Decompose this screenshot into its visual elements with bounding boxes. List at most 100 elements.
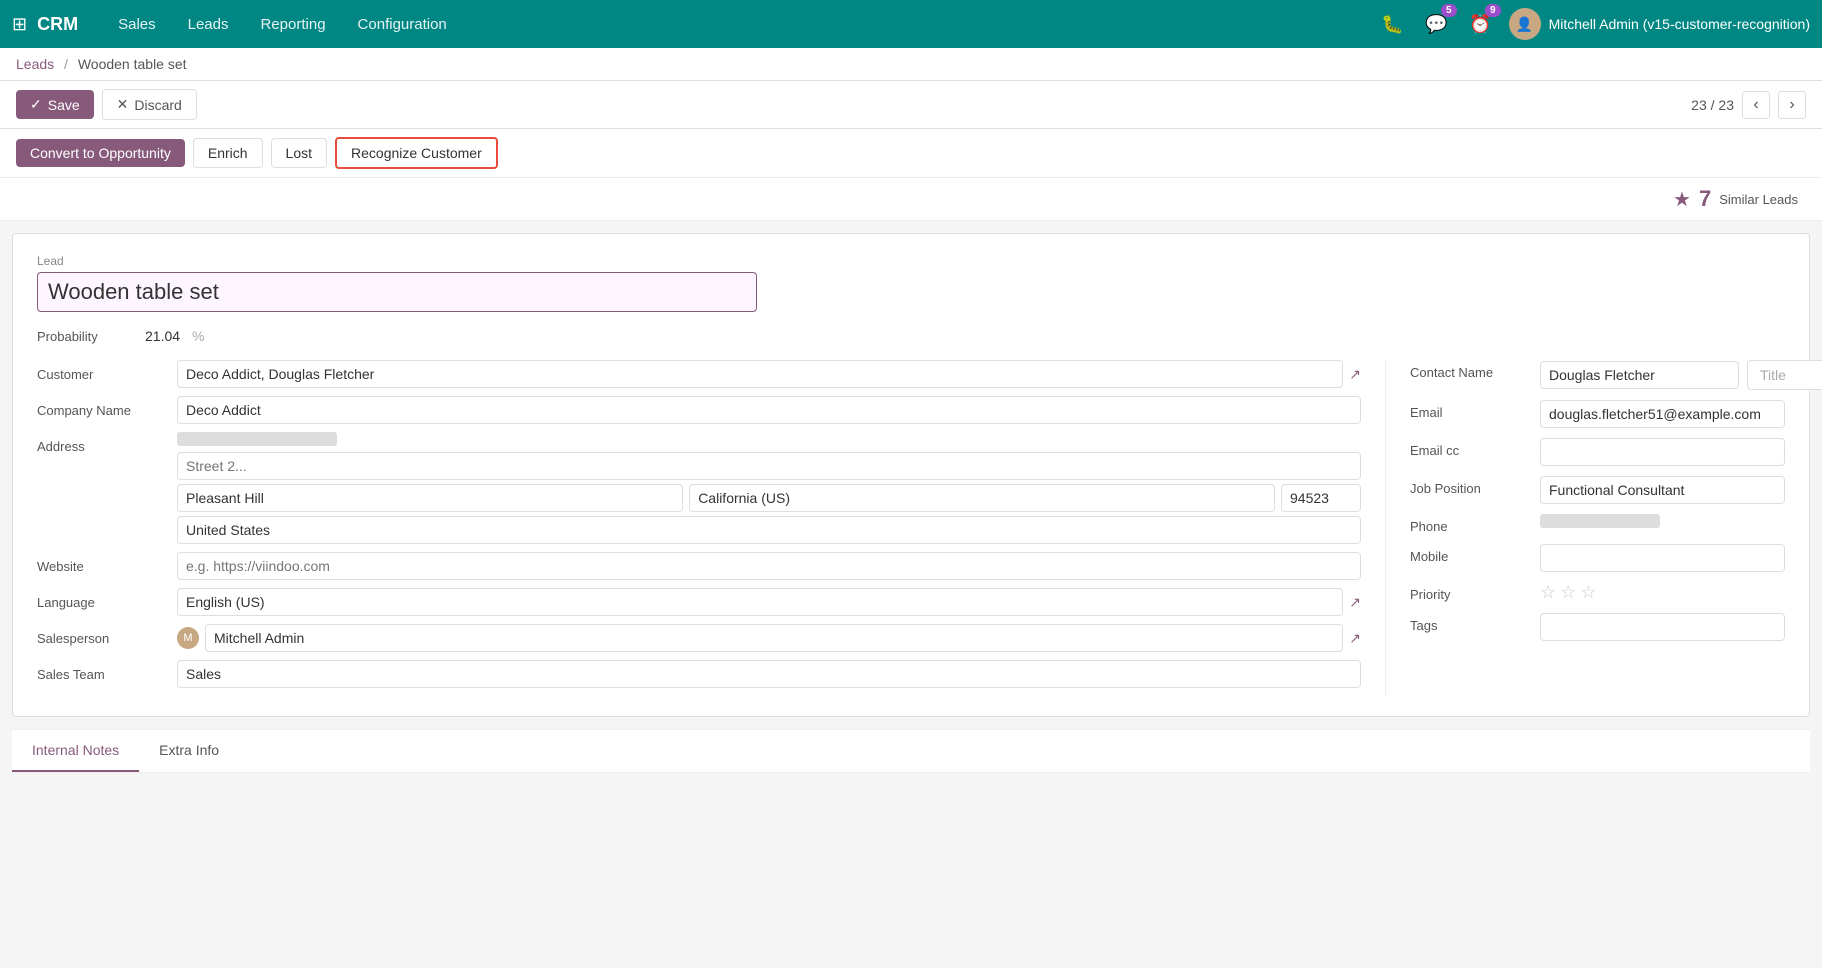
activity-icon[interactable]: ⏰ 9: [1465, 8, 1497, 40]
activity-badge: 9: [1485, 4, 1501, 17]
customer-label: Customer: [37, 360, 177, 382]
breadcrumb-bar: Leads / Wooden table set: [0, 48, 1822, 81]
salesperson-external-link-icon[interactable]: ↗: [1349, 630, 1361, 647]
save-check-icon: ✓: [30, 96, 42, 113]
email-cc-input[interactable]: [1540, 438, 1785, 466]
count-text: 23 / 23: [1691, 97, 1734, 113]
nav-item-sales[interactable]: Sales: [102, 0, 172, 48]
similar-leads-count: 7: [1699, 186, 1711, 212]
breadcrumb-separator: /: [64, 56, 68, 72]
nav-item-configuration[interactable]: Configuration: [342, 0, 463, 48]
discard-x-icon: ✕: [117, 96, 129, 113]
lost-button[interactable]: Lost: [271, 138, 327, 168]
tags-label: Tags: [1410, 613, 1540, 633]
contact-name-label: Contact Name: [1410, 360, 1540, 380]
breadcrumb: Leads / Wooden table set: [16, 56, 187, 72]
mobile-input[interactable]: [1540, 544, 1785, 572]
title-select[interactable]: Title: [1747, 360, 1822, 390]
language-label: Language: [37, 588, 177, 610]
similar-leads-star-icon[interactable]: ★: [1673, 187, 1691, 212]
customer-input[interactable]: [177, 360, 1343, 388]
bug-icon[interactable]: 🐛: [1377, 8, 1409, 40]
language-field-row: Language English (US) ↗: [37, 588, 1361, 616]
top-navigation: ⊞ CRM Sales Leads Reporting Configuratio…: [0, 0, 1822, 48]
priority-star-3[interactable]: ☆: [1580, 582, 1596, 603]
user-avatar: 👤: [1509, 8, 1541, 40]
tags-select[interactable]: [1540, 613, 1785, 641]
customer-external-link-icon[interactable]: ↗: [1349, 366, 1361, 383]
sales-team-select[interactable]: Sales: [177, 660, 1361, 688]
lead-title-section: Lead: [37, 254, 1785, 328]
salesperson-value-container: M Mitchell Admin ↗: [177, 624, 1361, 652]
topbar-right-icons: 🐛 💬 5 ⏰ 9 👤 Mitchell Admin (v15-customer…: [1377, 8, 1810, 40]
form-left: Customer ↗ Company Name: [37, 360, 1361, 696]
user-menu[interactable]: 👤 Mitchell Admin (v15-customer-recogniti…: [1509, 8, 1810, 40]
language-select[interactable]: English (US): [177, 588, 1343, 616]
address-label: Address: [37, 432, 177, 454]
record-counter: 23 / 23 ‹ ›: [1691, 91, 1806, 119]
salesperson-field-row: Salesperson M Mitchell Admin ↗: [37, 624, 1361, 652]
address-field-row: Address: [37, 432, 1361, 544]
contact-name-field-row: Contact Name Title: [1410, 360, 1785, 390]
salesperson-avatar: M: [177, 627, 199, 649]
form-container: Lead Probability 21.04 % Customer ↗: [12, 233, 1810, 717]
breadcrumb-parent-link[interactable]: Leads: [16, 56, 54, 72]
action-bar: Convert to Opportunity Enrich Lost Recog…: [0, 129, 1822, 178]
company-name-field-row: Company Name: [37, 396, 1361, 424]
toolbar: ✓ Save ✕ Discard 23 / 23 ‹ ›: [0, 81, 1822, 129]
similar-leads-bar: ★ 7 Similar Leads: [0, 178, 1822, 221]
nav-item-reporting[interactable]: Reporting: [245, 0, 342, 48]
address-state-input[interactable]: [689, 484, 1275, 512]
probability-label: Probability: [37, 329, 137, 344]
tags-field-row: Tags: [1410, 613, 1785, 641]
customer-field-row: Customer ↗: [37, 360, 1361, 388]
phone-blurred: [1540, 514, 1660, 528]
messages-badge: 5: [1441, 4, 1457, 17]
priority-star-2[interactable]: ☆: [1560, 582, 1576, 603]
breadcrumb-current: Wooden table set: [78, 56, 187, 72]
address-zip-input[interactable]: [1281, 484, 1361, 512]
priority-stars: ☆ ☆ ☆: [1540, 582, 1785, 603]
probability-pct: %: [192, 328, 204, 344]
address-street2-input[interactable]: [177, 452, 1361, 480]
lead-label: Lead: [37, 254, 1785, 268]
sales-team-label: Sales Team: [37, 660, 177, 682]
lead-title-input[interactable]: [37, 272, 757, 312]
prev-record-button[interactable]: ‹: [1742, 91, 1770, 119]
tabs-bar: Internal Notes Extra Info: [12, 729, 1810, 773]
email-input[interactable]: [1540, 400, 1785, 428]
priority-star-1[interactable]: ☆: [1540, 582, 1556, 603]
address-city-input[interactable]: [177, 484, 683, 512]
convert-to-opportunity-button[interactable]: Convert to Opportunity: [16, 139, 185, 167]
main-content: ★ 7 Similar Leads Lead Probability 21.04…: [0, 178, 1822, 773]
email-cc-label: Email cc: [1410, 438, 1540, 458]
website-label: Website: [37, 552, 177, 574]
probability-row: Probability 21.04 %: [37, 328, 1785, 344]
address-country-select[interactable]: United States: [177, 516, 1361, 544]
next-record-button[interactable]: ›: [1778, 91, 1806, 119]
app-name: CRM: [37, 14, 78, 35]
email-cc-field-row: Email cc: [1410, 438, 1785, 466]
priority-label: Priority: [1410, 582, 1540, 602]
discard-button[interactable]: ✕ Discard: [102, 89, 197, 120]
contact-name-input[interactable]: [1540, 361, 1739, 389]
website-input[interactable]: [177, 552, 1361, 580]
company-name-input[interactable]: [177, 396, 1361, 424]
job-position-input[interactable]: [1540, 476, 1785, 504]
messages-icon[interactable]: 💬 5: [1421, 8, 1453, 40]
app-grid-icon[interactable]: ⊞: [12, 14, 27, 35]
job-position-label: Job Position: [1410, 476, 1540, 496]
company-name-label: Company Name: [37, 396, 177, 418]
save-button[interactable]: ✓ Save: [16, 90, 94, 119]
salesperson-select[interactable]: Mitchell Admin: [205, 624, 1343, 652]
customer-value-container: ↗: [177, 360, 1361, 388]
tab-extra-info[interactable]: Extra Info: [139, 730, 239, 772]
nav-item-leads[interactable]: Leads: [172, 0, 245, 48]
salesperson-label: Salesperson: [37, 624, 177, 646]
email-field-row: Email: [1410, 400, 1785, 428]
language-external-link-icon[interactable]: ↗: [1349, 594, 1361, 611]
enrich-button[interactable]: Enrich: [193, 138, 263, 168]
sales-team-field-row: Sales Team Sales: [37, 660, 1361, 688]
recognize-customer-button[interactable]: Recognize Customer: [335, 137, 498, 169]
tab-internal-notes[interactable]: Internal Notes: [12, 730, 139, 772]
